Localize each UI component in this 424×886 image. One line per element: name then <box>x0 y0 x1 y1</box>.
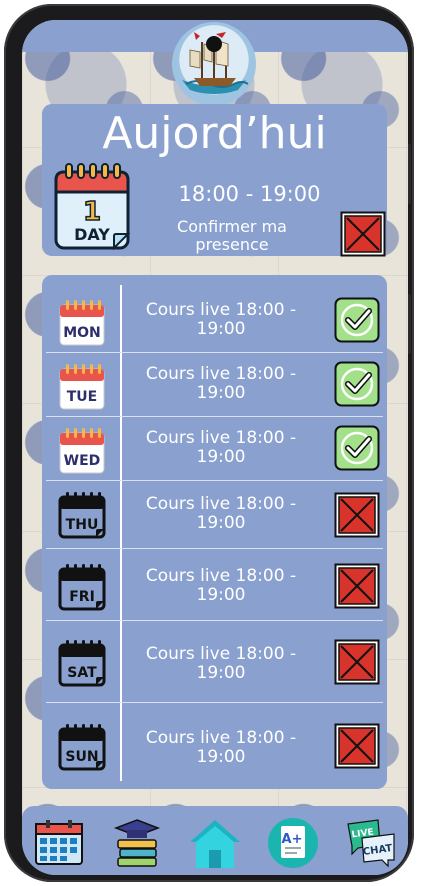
day-abbrev: SAT <box>67 665 97 681</box>
session-label-line1: Cours live 18:00 - <box>145 644 297 664</box>
home-icon <box>190 820 240 868</box>
day-abbrev: SUN <box>65 749 98 765</box>
checkmark-icon <box>334 361 380 407</box>
app-screen: Aujord’hui 1 DAY 18:00 - 19:00 Confirmer… <box>22 20 408 875</box>
tab-grades[interactable]: A+ <box>266 816 320 870</box>
tab-live-chat[interactable]: LIVE CHAT <box>344 816 398 870</box>
schedule-row: FRI Cours live 18:00 -19:00 <box>46 549 383 621</box>
page-title: Aujord’hui <box>102 108 327 159</box>
calendar-number: 1 <box>83 197 101 227</box>
today-card: Aujord’hui 1 DAY 18:00 - 19:00 Confirmer… <box>42 104 387 257</box>
phone-frame: Aujord’hui 1 DAY 18:00 - 19:00 Confirmer… <box>4 4 414 882</box>
session-label: Cours live 18:00 -19:00 <box>136 729 306 767</box>
day-abbrev: TUE <box>67 389 97 405</box>
day-abbrev: MON <box>63 325 101 341</box>
confirm-presence-button[interactable] <box>340 211 386 257</box>
schedule-row: TUE Cours live 18:00 -19:00 <box>46 353 383 417</box>
cross-box-icon <box>334 723 380 769</box>
session-label: Cours live 18:00 -19:00 <box>136 645 306 683</box>
books-graduation-icon <box>113 819 161 867</box>
session-label-line1: Cours live 18:00 - <box>145 494 297 514</box>
session-label: Cours live 18:00 -19:00 <box>136 301 306 339</box>
unconfirmed-cross-button[interactable] <box>334 723 380 769</box>
session-label: Cours live 18:00 -19:00 <box>136 365 306 403</box>
session-label-line1: Cours live 18:00 - <box>145 300 297 320</box>
session-label-line2: 19:00 <box>196 447 246 467</box>
checkmark-icon <box>334 297 380 343</box>
sun-calendar-icon: SUN <box>56 721 108 773</box>
session-label-line2: 19:00 <box>196 513 246 533</box>
unconfirmed-cross-button[interactable] <box>334 639 380 685</box>
confirmed-check-button[interactable] <box>334 425 380 471</box>
weekly-schedule: MON Cours live 18:00 -19:00 TUE Cours live … <box>42 275 387 789</box>
cross-box-icon <box>334 492 380 538</box>
sat-calendar-icon: SAT <box>56 637 108 689</box>
schedule-row: MON Cours live 18:00 -19:00 <box>46 289 383 353</box>
checkmark-icon <box>334 425 380 471</box>
cross-box-icon <box>334 563 380 609</box>
today-time: 18:00 - 19:00 <box>178 182 321 206</box>
schedule-row: SAT Cours live 18:00 -19:00 <box>46 621 383 703</box>
session-label-line2: 19:00 <box>196 663 246 683</box>
confirm-label: Confirmer ma presence <box>177 217 287 254</box>
wed-calendar-icon: WED <box>56 425 108 477</box>
session-label-line1: Cours live 18:00 - <box>145 566 297 586</box>
schedule-row: WED Cours live 18:00 -19:00 <box>46 417 383 481</box>
day-abbrev: WED <box>64 453 101 469</box>
session-label-line2: 19:00 <box>196 585 246 605</box>
cross-box-icon <box>334 639 380 685</box>
sailing-ship-logo <box>172 22 256 106</box>
schedule-row: THU Cours live 18:00 -19:00 <box>46 481 383 549</box>
session-label-line1: Cours live 18:00 - <box>145 728 297 748</box>
cross-box-icon <box>340 211 386 257</box>
session-label-line2: 19:00 <box>196 383 246 403</box>
calendar-grid-icon <box>35 820 83 865</box>
unconfirmed-cross-button[interactable] <box>334 492 380 538</box>
confirmed-check-button[interactable] <box>334 361 380 407</box>
thu-calendar-icon: THU <box>56 489 108 541</box>
session-label: Cours live 18:00 -19:00 <box>136 567 306 605</box>
calendar-word: DAY <box>74 225 110 244</box>
session-label-line2: 19:00 <box>196 747 246 767</box>
fri-calendar-icon: FRI <box>56 561 108 613</box>
session-label: Cours live 18:00 -19:00 <box>136 495 306 533</box>
mon-calendar-icon: MON <box>56 297 108 349</box>
confirmed-check-button[interactable] <box>334 297 380 343</box>
grade-mark: A+ <box>282 832 303 847</box>
live-chat-icon: LIVE CHAT <box>347 819 395 868</box>
tab-calendar[interactable] <box>32 816 86 870</box>
day-abbrev: THU <box>66 517 99 533</box>
unconfirmed-cross-button[interactable] <box>334 563 380 609</box>
tue-calendar-icon: TUE <box>56 361 108 413</box>
session-label-line1: Cours live 18:00 - <box>145 364 297 384</box>
session-label-line2: 19:00 <box>196 319 246 339</box>
day-abbrev: FRI <box>69 589 95 605</box>
bottom-tab-bar: A+ LIVE CHAT <box>22 806 408 875</box>
calendar-1-day-icon: 1 DAY <box>54 162 132 252</box>
session-label-line1: Cours live 18:00 - <box>145 428 297 448</box>
grade-document-icon: A+ <box>268 818 318 868</box>
tab-courses[interactable] <box>110 816 164 870</box>
tab-home[interactable] <box>188 816 242 870</box>
schedule-row: SUN Cours live 18:00 -19:00 <box>46 703 383 789</box>
session-label: Cours live 18:00 -19:00 <box>136 429 306 467</box>
